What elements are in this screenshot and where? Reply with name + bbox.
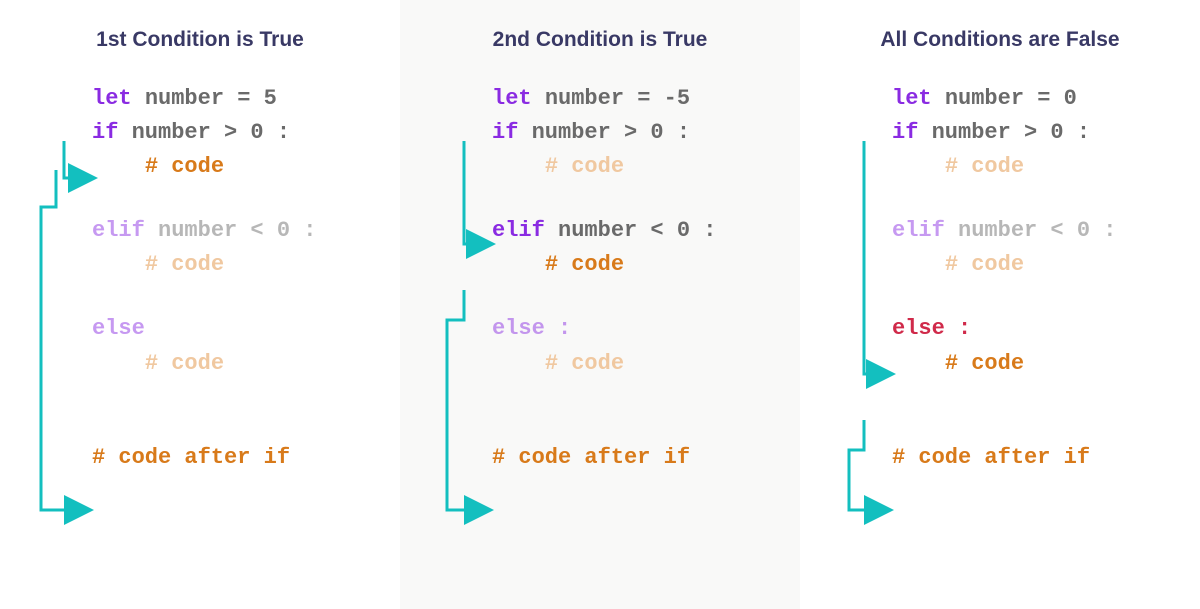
line-let: let number = 0 bbox=[892, 82, 1200, 116]
panel-1st-condition: 1st Condition is True let number = 5 if … bbox=[0, 0, 400, 609]
line-code2: # code bbox=[492, 248, 800, 282]
line-if: if number > 0 : bbox=[92, 116, 400, 150]
line-if: if number > 0 : bbox=[492, 116, 800, 150]
code-block: let number = 0 if number > 0 : # code el… bbox=[800, 82, 1200, 475]
line-code1: # code bbox=[492, 150, 800, 184]
code-block: let number = -5 if number > 0 : # code e… bbox=[400, 82, 800, 475]
line-else: else : bbox=[492, 312, 800, 346]
line-after: # code after if bbox=[892, 441, 1200, 475]
panel-title: 2nd Condition is True bbox=[400, 28, 800, 52]
panel-all-false: All Conditions are False let number = 0 … bbox=[800, 0, 1200, 609]
panel-2nd-condition: 2nd Condition is True let number = -5 if… bbox=[400, 0, 800, 609]
line-code1: # code bbox=[892, 150, 1200, 184]
code-block: let number = 5 if number > 0 : # code el… bbox=[0, 82, 400, 475]
line-code1: # code bbox=[92, 150, 400, 184]
panel-title: 1st Condition is True bbox=[0, 28, 400, 52]
panel-title: All Conditions are False bbox=[800, 28, 1200, 52]
line-after: # code after if bbox=[92, 441, 400, 475]
line-code3: # code bbox=[492, 347, 800, 381]
line-elif: elif number < 0 : bbox=[92, 214, 400, 248]
line-let: let number = 5 bbox=[92, 82, 400, 116]
line-if: if number > 0 : bbox=[892, 116, 1200, 150]
line-else: else bbox=[92, 312, 400, 346]
line-after: # code after if bbox=[492, 441, 800, 475]
line-elif: elif number < 0 : bbox=[492, 214, 800, 248]
line-code3: # code bbox=[892, 347, 1200, 381]
line-code2: # code bbox=[92, 248, 400, 282]
line-let: let number = -5 bbox=[492, 82, 800, 116]
line-else: else : bbox=[892, 312, 1200, 346]
diagram-container: 1st Condition is True let number = 5 if … bbox=[0, 0, 1200, 609]
line-code2: # code bbox=[892, 248, 1200, 282]
line-code3: # code bbox=[92, 347, 400, 381]
line-elif: elif number < 0 : bbox=[892, 214, 1200, 248]
